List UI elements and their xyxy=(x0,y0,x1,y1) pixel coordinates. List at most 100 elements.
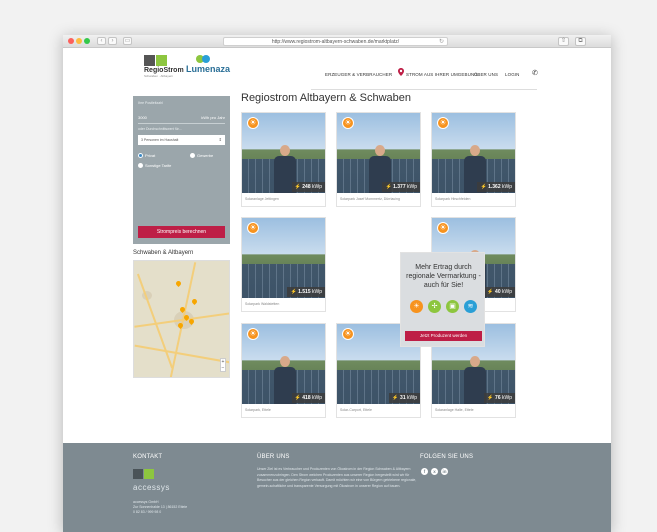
radio-private-dot xyxy=(138,153,143,159)
company-logo-text: accessys xyxy=(133,483,170,492)
sun-icon: ☀ xyxy=(247,328,259,340)
sun-icon: ☀ xyxy=(342,328,354,340)
logo-mark-green xyxy=(156,55,167,66)
footer-address: accessys GmbH Zur Sonnenhalde 13 | 86152… xyxy=(133,500,187,515)
browser-toolbar: ‹ › ▭ http://www.regiostrom-altbayern-sc… xyxy=(63,35,611,48)
producer-caption: Solaranlage Halle, Ettele xyxy=(435,408,474,412)
tabs-icon[interactable]: ⧉ xyxy=(575,37,586,46)
producer-card[interactable]: ☀ ⚡ 1.377 kWp Solarpark Josef Mommertz, Dü… xyxy=(336,112,421,207)
promo-text: Mehr Ertrag durch regionale Vermarktung … xyxy=(406,264,481,289)
facebook-icon[interactable]: f xyxy=(421,468,428,475)
producer-caption: Solarpark Josef Mommertz, Dürrlauing xyxy=(340,197,400,201)
location-pin-icon xyxy=(398,68,404,76)
nav-local-power[interactable]: STROM AUS IHRER UMGEBUNG xyxy=(406,72,478,77)
household-select[interactable]: 3 Personen im Haushalt ⇕ xyxy=(138,135,225,145)
region-map[interactable]: + − xyxy=(133,260,230,378)
address-bar[interactable]: http://www.regiostrom-altbayern-schwaben… xyxy=(223,37,448,46)
promo-card: Mehr Ertrag durch regionale Vermarktung … xyxy=(400,252,485,347)
power-unit: kWp xyxy=(312,289,322,295)
radio-business-dot xyxy=(190,153,195,159)
map-marker[interactable] xyxy=(176,281,181,288)
reload-icon[interactable]: ↻ xyxy=(439,38,444,45)
power-unit: kWp xyxy=(502,289,512,295)
power-badge: ⚡ 248 kWp xyxy=(291,182,325,192)
lumenaza-logo[interactable]: Lumenaza xyxy=(186,64,230,74)
radio-private[interactable]: Privat xyxy=(138,153,156,159)
nav-about[interactable]: ÜBER UNS xyxy=(474,72,498,77)
customer-type-radios: Privat Gewerbe xyxy=(138,153,225,161)
power-badge: ⚡ 40 kWp xyxy=(484,287,515,297)
power-unit: kWp xyxy=(502,184,512,190)
bolt-icon: ⚡ xyxy=(480,184,487,190)
consumption-field[interactable]: 3000 kWh pro Jahr xyxy=(138,115,225,124)
phone-icon[interactable]: ✆ xyxy=(532,69,538,77)
regiostrom-logo[interactable]: RegioStrom Schwaben · Altbayern xyxy=(144,55,184,78)
biogas-icon: ▣ xyxy=(446,300,459,313)
calculate-price-button[interactable]: Strompreis berechnen xyxy=(138,226,225,238)
power-badge: ⚡ 76 kWp xyxy=(484,393,515,403)
bolt-icon: ⚡ xyxy=(392,395,399,401)
sun-icon: ☀ xyxy=(247,117,259,129)
bolt-icon: ⚡ xyxy=(487,395,494,401)
nav-login[interactable]: LOGIN xyxy=(505,72,520,77)
household-select-value: 3 Personen im Haushalt xyxy=(141,138,179,142)
header-divider xyxy=(311,89,537,90)
browser-window: ‹ › ▭ http://www.regiostrom-altbayern-sc… xyxy=(63,35,611,532)
share-icon[interactable]: ⇧ xyxy=(558,37,569,46)
power-unit: kWp xyxy=(407,395,417,401)
producer-caption: Solarpark, Ettele xyxy=(245,408,271,412)
producer-caption: Solarpark Hirschfelden xyxy=(435,197,471,201)
radio-private-label: Privat xyxy=(145,153,156,158)
power-value: 1.515 xyxy=(298,289,311,295)
address-line: 0 82 83 / 999 98 0 xyxy=(133,510,162,514)
producer-card[interactable]: ☀ ⚡ 1.515 kWp Solarpark Waldstetten xyxy=(241,217,326,312)
radio-other-label: Sonstige Tarife xyxy=(145,163,172,168)
sun-icon: ☀ xyxy=(437,117,449,129)
price-calculator: Ihre Postleitzahl 3000 kWh pro Jahr oder… xyxy=(133,96,230,244)
linkedin-icon[interactable]: in xyxy=(441,468,448,475)
sun-icon: ☀ xyxy=(247,222,259,234)
become-producer-button[interactable]: Jetzt Produzent werden xyxy=(405,331,482,341)
map-marker[interactable] xyxy=(189,319,194,326)
producer-card[interactable]: ☀ ⚡ 418 kWp Solarpark, Ettele xyxy=(241,323,326,418)
sun-icon: ☀ xyxy=(410,300,423,313)
producer-card[interactable]: ☀ ⚡ 248 kWp Solaranlage Jettingen xyxy=(241,112,326,207)
radio-business[interactable]: Gewerbe xyxy=(190,153,213,159)
power-badge: ⚡ 1.362 kWp xyxy=(477,182,515,192)
nav-producers-consumers[interactable]: ERZEUGER & VERBRAUCHER xyxy=(325,72,392,77)
sun-icon: ☀ xyxy=(342,117,354,129)
producer-card[interactable]: ☀ ⚡ 1.362 kWp Solarpark Hirschfelden xyxy=(431,112,516,207)
power-unit: kWp xyxy=(312,395,322,401)
radio-other[interactable]: Sonstige Tarife xyxy=(138,163,225,171)
average-hint: oder Durchschnittswert für... xyxy=(138,127,182,131)
power-value: 76 xyxy=(495,395,501,401)
power-badge: ⚡ 1.377 kWp xyxy=(382,182,420,192)
sidebar-toggle-icon[interactable]: ▭ xyxy=(123,37,132,45)
sun-icon: ☀ xyxy=(437,222,449,234)
bolt-icon: ⚡ xyxy=(294,395,301,401)
back-icon[interactable]: ‹ xyxy=(97,37,106,45)
forward-icon[interactable]: › xyxy=(108,37,117,45)
page-title: Regiostrom Altbayern & Schwaben xyxy=(241,92,411,104)
close-window-button[interactable] xyxy=(68,38,74,44)
power-badge: ⚡ 418 kWp xyxy=(291,393,325,403)
site-footer: KONTAKT ÜBER UNS FOLGEN SIE UNS accessys… xyxy=(63,443,611,532)
xing-icon[interactable]: x xyxy=(431,468,438,475)
power-value: 248 xyxy=(302,184,311,190)
postcode-field[interactable]: Ihre Postleitzahl xyxy=(138,101,225,105)
maximize-window-button[interactable] xyxy=(84,38,90,44)
power-value: 31 xyxy=(400,395,406,401)
site-header: RegioStrom Schwaben · Altbayern Lumenaza… xyxy=(63,48,611,92)
power-unit: kWp xyxy=(407,184,417,190)
region-title: Schwaben & Altbayern xyxy=(133,250,194,256)
map-zoom-control[interactable]: + − xyxy=(220,358,226,372)
producer-caption: Solaranlage Jettingen xyxy=(245,197,279,201)
minimize-window-button[interactable] xyxy=(76,38,82,44)
power-unit: kWp xyxy=(502,395,512,401)
map-marker[interactable] xyxy=(180,307,185,314)
bolt-icon: ⚡ xyxy=(294,184,301,190)
footer-about-title: ÜBER UNS xyxy=(257,454,290,460)
producer-person xyxy=(464,356,486,404)
map-marker[interactable] xyxy=(192,299,197,306)
map-marker[interactable] xyxy=(178,323,183,330)
